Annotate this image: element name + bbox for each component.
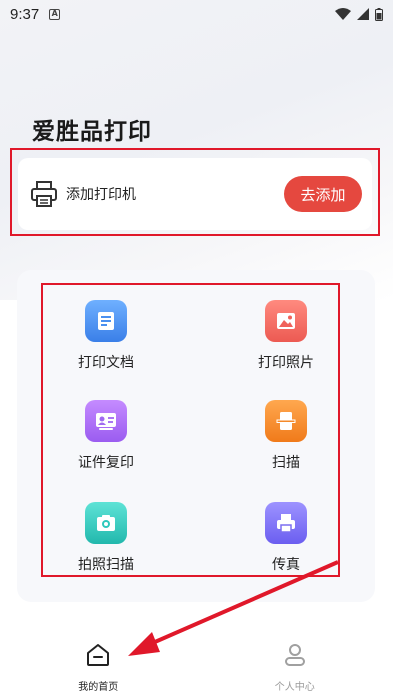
notification-a-icon: A (49, 8, 61, 20)
tab-home-label: 我的首页 (78, 682, 119, 693)
annotation-box-functions (41, 283, 340, 577)
battery-icon (375, 7, 383, 21)
status-time: 9:37 (10, 5, 40, 23)
bottom-tab-bar: 我的首页 个人中心 (0, 630, 393, 698)
annotation-box-printer (10, 148, 380, 236)
home-icon (87, 644, 110, 666)
status-icons (335, 7, 383, 21)
tab-profile[interactable]: 个人中心 (197, 630, 393, 698)
signal-icon (357, 8, 369, 20)
status-bar: 9:37 A (0, 0, 393, 28)
app-title: 爱胜品打印 (32, 119, 152, 145)
profile-icon (284, 644, 305, 666)
wifi-icon (335, 8, 351, 20)
tab-home[interactable]: 我的首页 (0, 630, 197, 698)
tab-profile-label: 个人中心 (274, 682, 315, 693)
